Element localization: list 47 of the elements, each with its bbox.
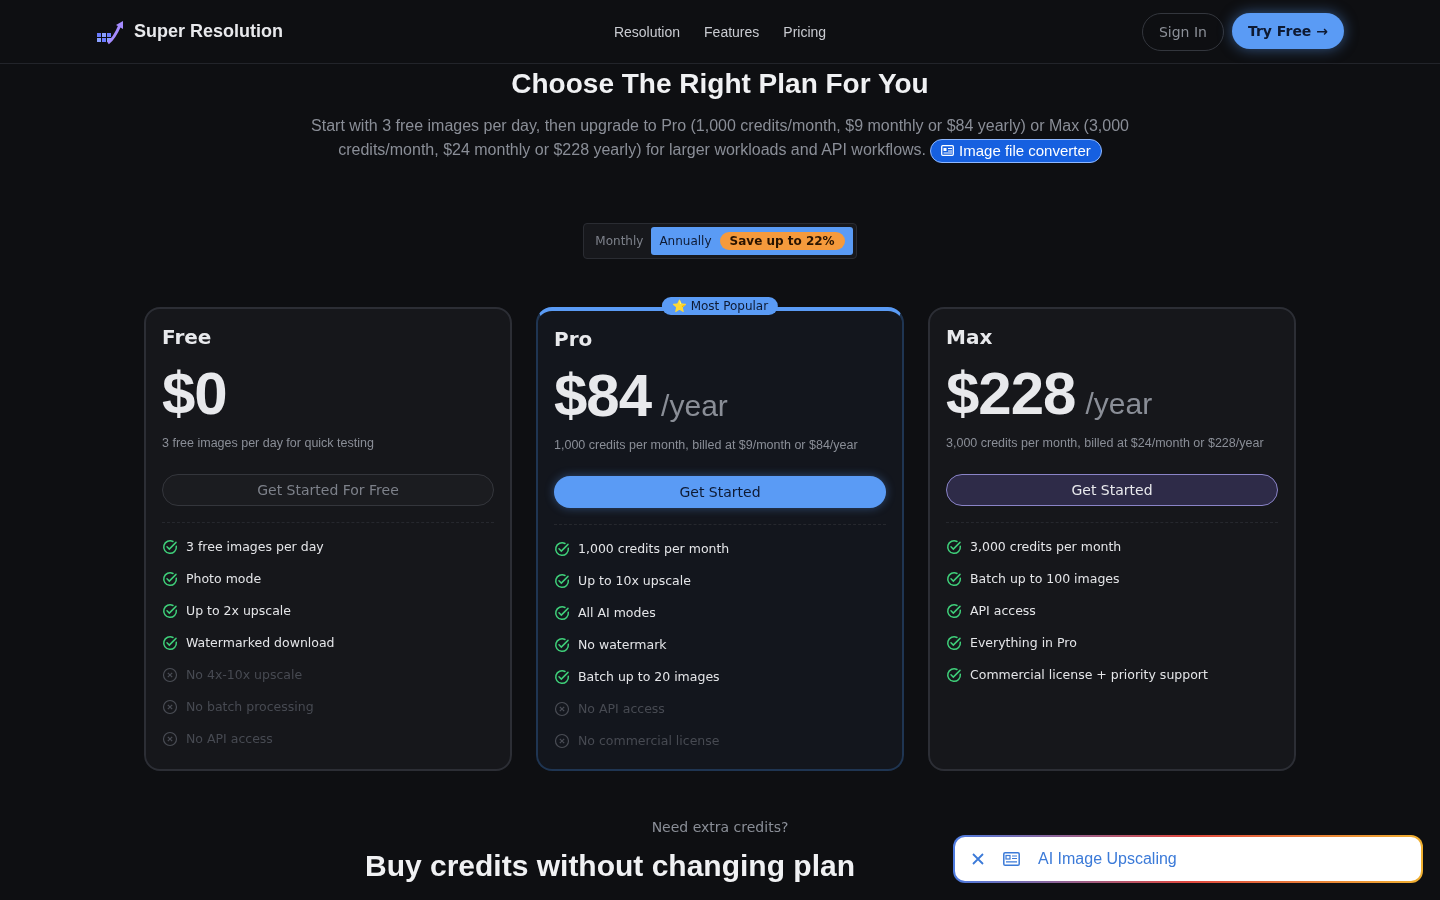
plan-price: $0 <box>162 358 227 428</box>
section-eyebrow: Need extra credits? <box>650 818 790 835</box>
popular-badge: ⭐ Most Popular <box>661 296 779 315</box>
feature-text: Up to 2x upscale <box>186 603 291 619</box>
nav-link[interactable]: Resolution <box>613 23 681 40</box>
toast-link[interactable]: AI Image Upscaling <box>1038 850 1177 868</box>
get-started-button[interactable]: Get Started For Free <box>162 473 494 506</box>
price-period: /year <box>661 388 728 423</box>
feature-text: Batch up to 100 images <box>970 571 1120 587</box>
plan-description: 3 free images per day for quick testing <box>162 435 375 450</box>
plan-name: Free <box>162 324 213 349</box>
converter-link[interactable]: Image file converter <box>930 138 1102 163</box>
feature-text: 3,000 credits per month <box>970 539 1122 555</box>
logo-icon <box>96 18 126 45</box>
page-heading: Choose The Right Plan For You <box>510 68 930 100</box>
feature-text: Photo mode <box>186 571 262 587</box>
plan-name: Pro <box>554 326 594 351</box>
feature-text: Everything in Pro <box>970 635 1077 651</box>
document-icon <box>941 145 955 157</box>
feature-text: 3 free images per day <box>186 539 324 555</box>
nav-link[interactable]: Pricing <box>783 23 827 40</box>
section-heading: Buy credits without changing plan <box>365 848 855 883</box>
billing-option[interactable]: Monthly <box>587 226 652 255</box>
feature-text: Up to 10x upscale <box>578 573 691 589</box>
feature-text: Batch up to 20 images <box>578 669 720 685</box>
close-icon[interactable] <box>971 852 985 866</box>
get-started-button[interactable]: Get Started <box>946 473 1278 506</box>
feature-text: 1,000 credits per month <box>578 541 730 557</box>
feature-text: API access <box>970 603 1036 619</box>
plan-description: 3,000 credits per month, billed at $24/month or $228/year <box>946 435 1265 450</box>
feature-text: Commercial license + priority support <box>970 667 1208 683</box>
feature-text: No watermark <box>578 637 667 653</box>
price-period: /year <box>1085 386 1153 421</box>
plan-name: Max <box>946 324 994 349</box>
nav-link[interactable]: Features <box>704 23 760 40</box>
subtitle: Start with 3 free images per day, then upgrade to Pro (1,000 credits/month, $9 monthly or $84 yearly) or Max (3,000 credits/month, $24 monthly or $228 yearly) for larger workloads and API workflows. Image file converter <box>270 114 1170 163</box>
feature-text: Watermarked download <box>186 635 335 651</box>
billing-option[interactable]: Annually Save up to 22% <box>651 226 853 255</box>
plan-description: 1,000 credits per month, billed at $9/month or $84/year <box>554 437 859 452</box>
plan-price: $228 <box>946 358 1076 428</box>
feature-text: All AI modes <box>578 605 656 621</box>
try-free-button[interactable]: Try Free → <box>1231 12 1344 49</box>
document-icon <box>1003 852 1020 866</box>
plan-price: $84 <box>554 360 652 430</box>
brand-name[interactable]: Super Resolution <box>134 21 283 42</box>
get-started-button[interactable]: Get Started <box>554 475 886 508</box>
savings-badge: Save up to 22% <box>719 231 845 250</box>
